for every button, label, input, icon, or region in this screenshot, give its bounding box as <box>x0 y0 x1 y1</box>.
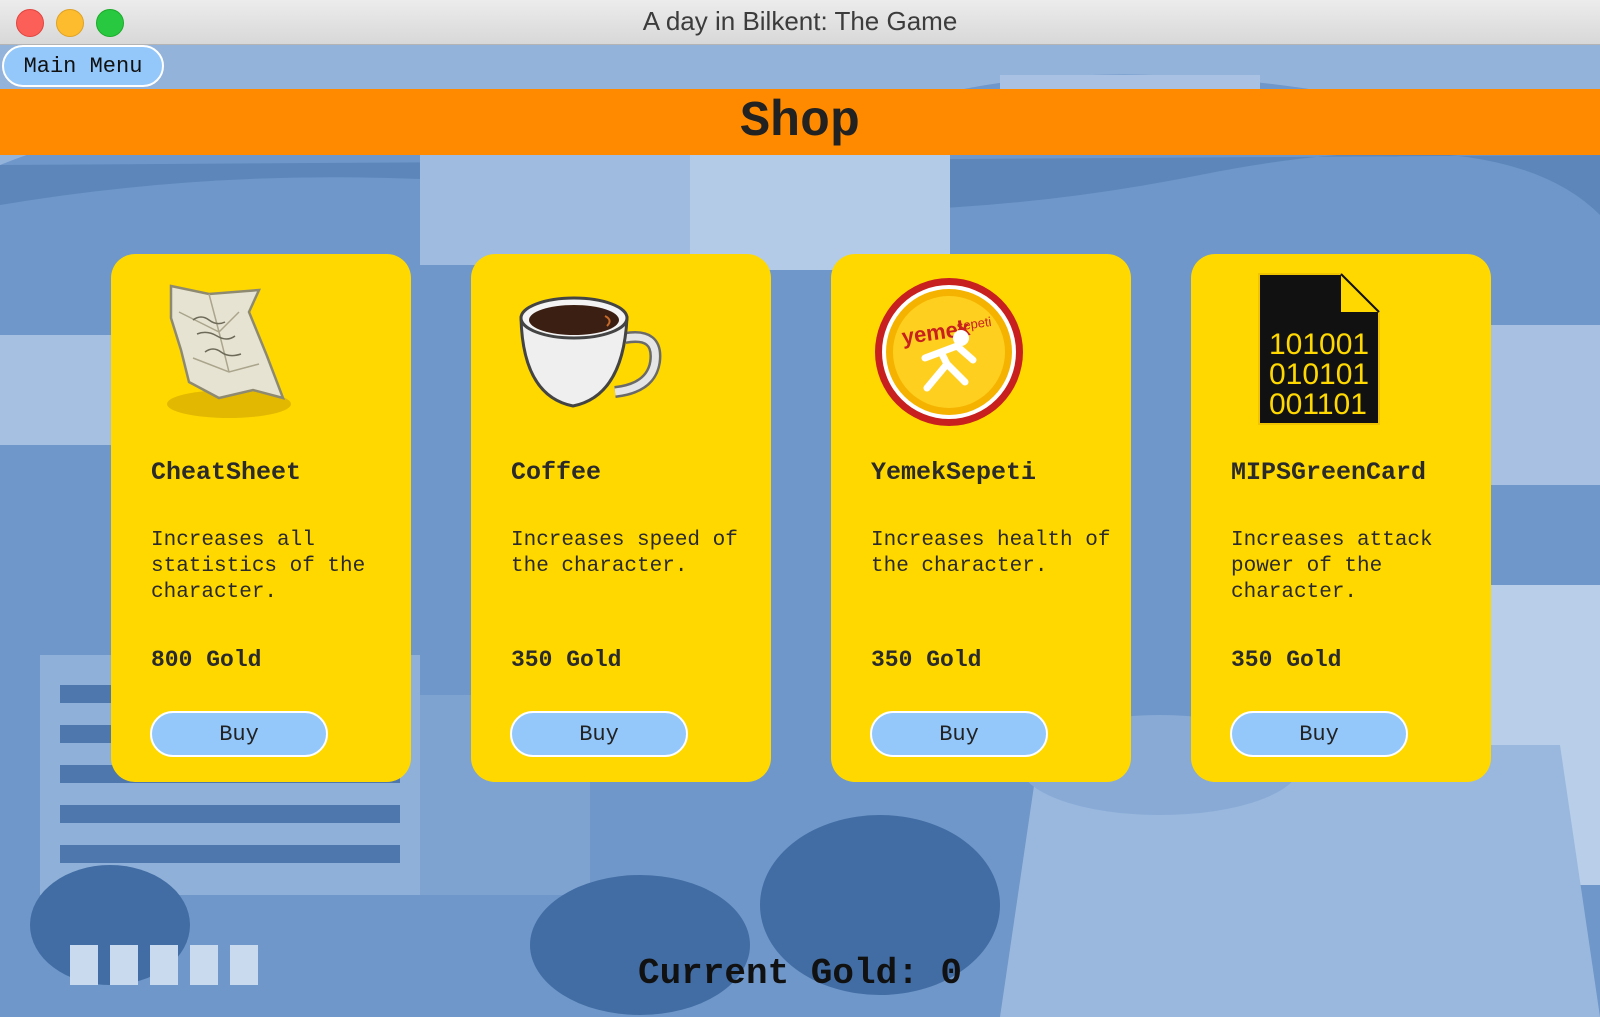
crumpled-paper-icon <box>167 284 291 418</box>
item-name: CheatSheet <box>151 458 302 487</box>
item-description: Increases speed of the character. <box>511 529 738 578</box>
shop-screen: Main Menu Shop CheatSheet Increases all … <box>0 45 1600 1017</box>
current-gold-label: Current Gold: 0 <box>637 953 963 994</box>
item-description: Increases health of the character. <box>871 529 1111 578</box>
title-bar: A day in Bilkent: The Game <box>0 0 1600 45</box>
buy-mipsgreencard-button[interactable]: Buy <box>1230 711 1408 757</box>
item-card-mipsgreencard: 101001 010101 001101 MIPSGreenCard Incre… <box>1191 254 1491 782</box>
item-description: Increases all statistics of the characte… <box>151 529 366 604</box>
yemeksepeti-logo-icon: yemek sepeti <box>875 278 1023 426</box>
item-name: MIPSGreenCard <box>1231 458 1427 487</box>
item-card-yemeksepeti: yemek sepeti YemekSepeti Increases healt… <box>831 254 1131 782</box>
svg-text:001101: 001101 <box>1269 388 1367 421</box>
svg-text:010101: 010101 <box>1269 358 1369 391</box>
item-price: 350 Gold <box>1231 647 1342 673</box>
game-window: A day in Bilkent: The Game Main Menu Sho… <box>0 0 1600 1017</box>
item-card-coffee: Coffee Increases speed of the character.… <box>471 254 771 782</box>
item-price: 350 Gold <box>511 647 622 673</box>
item-card-cheatsheet: CheatSheet Increases all statistics of t… <box>111 254 411 782</box>
item-name: YemekSepeti <box>871 458 1037 487</box>
buy-cheatsheet-button[interactable]: Buy <box>150 711 328 757</box>
svg-text:101001: 101001 <box>1269 328 1369 361</box>
window-title: A day in Bilkent: The Game <box>642 6 958 36</box>
item-name: Coffee <box>511 458 602 487</box>
shop-header: Shop <box>0 89 1600 155</box>
buy-coffee-button[interactable]: Buy <box>510 711 688 757</box>
coffee-cup-icon <box>519 296 662 408</box>
main-menu-button[interactable]: Main Menu <box>2 45 164 87</box>
item-description: Increases attack power of the character. <box>1231 529 1433 604</box>
page-title: Shop <box>739 93 861 151</box>
buy-yemeksepeti-button[interactable]: Buy <box>870 711 1048 757</box>
item-price: 350 Gold <box>871 647 982 673</box>
item-price: 800 Gold <box>151 647 262 673</box>
binary-file-icon: 101001 010101 001101 <box>1258 273 1380 425</box>
